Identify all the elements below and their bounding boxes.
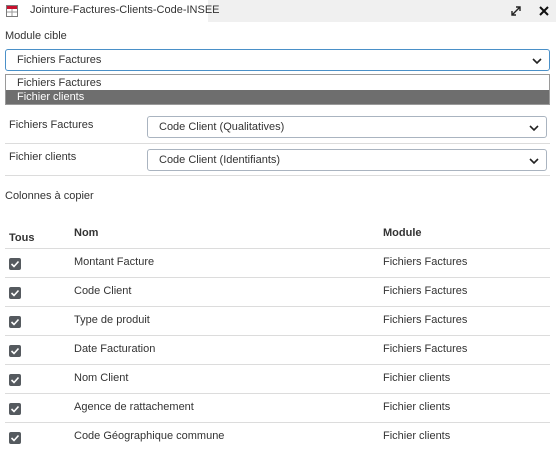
row-checkbox[interactable] bbox=[9, 374, 21, 386]
row-name: Type de produit bbox=[74, 314, 150, 326]
row-divider bbox=[5, 422, 550, 423]
row-divider bbox=[5, 393, 550, 394]
window-titlebar: Jointure-Factures-Clients-Code-INSEE bbox=[0, 0, 556, 22]
checkmark-icon bbox=[10, 318, 20, 326]
row-module: Fichier clients bbox=[383, 372, 451, 384]
row-name: Nom Client bbox=[74, 372, 129, 384]
row-divider bbox=[5, 364, 550, 365]
chevron-down-icon bbox=[532, 58, 542, 65]
row-module: Fichiers Factures bbox=[383, 314, 468, 326]
row-name: Agence de rattachement bbox=[74, 401, 194, 413]
row-module: Fichier clients bbox=[383, 401, 451, 413]
join-module-label-1: Fichiers Factures bbox=[9, 119, 94, 131]
header-all[interactable]: Tous bbox=[9, 232, 34, 244]
row-checkbox[interactable] bbox=[9, 258, 21, 270]
target-module-value: Fichiers Factures bbox=[17, 54, 102, 66]
row-checkbox[interactable] bbox=[9, 287, 21, 299]
expand-arrows-icon[interactable] bbox=[508, 3, 524, 19]
row-divider bbox=[5, 277, 550, 278]
close-x-icon[interactable] bbox=[536, 3, 552, 19]
row-module: Fichiers Factures bbox=[383, 256, 468, 268]
row-checkbox[interactable] bbox=[9, 403, 21, 415]
target-module-dropdown: Fichiers Factures Fichier clients bbox=[5, 74, 550, 105]
target-module-label: Module cible bbox=[5, 30, 67, 42]
join-field-select-1[interactable]: Code Client (Qualitatives) bbox=[147, 116, 547, 138]
window-tab[interactable]: Jointure-Factures-Clients-Code-INSEE bbox=[0, 0, 220, 22]
dropdown-option-clients[interactable]: Fichier clients bbox=[6, 90, 549, 104]
row-divider bbox=[5, 335, 550, 336]
header-module: Module bbox=[383, 227, 422, 239]
checkmark-icon bbox=[10, 405, 20, 413]
join-field-value-2: Code Client (Identifiants) bbox=[159, 154, 281, 166]
chevron-down-icon bbox=[529, 125, 539, 132]
app-table-icon bbox=[6, 5, 18, 17]
join-field-value-1: Code Client (Qualitatives) bbox=[159, 121, 285, 133]
divider bbox=[5, 143, 550, 144]
row-name: Date Facturation bbox=[74, 343, 156, 355]
window-title: Jointure-Factures-Clients-Code-INSEE bbox=[30, 4, 220, 16]
checkmark-icon bbox=[10, 434, 20, 442]
row-name: Code Client bbox=[74, 285, 132, 297]
join-field-select-2[interactable]: Code Client (Identifiants) bbox=[147, 149, 547, 171]
row-name: Code Géographique commune bbox=[74, 430, 225, 442]
row-name: Montant Facture bbox=[74, 256, 155, 268]
row-checkbox[interactable] bbox=[9, 345, 21, 357]
row-module: Fichiers Factures bbox=[383, 343, 468, 355]
checkmark-icon bbox=[10, 347, 20, 355]
row-divider bbox=[5, 248, 550, 249]
row-module: Fichier clients bbox=[383, 430, 451, 442]
dropdown-option-factures[interactable]: Fichiers Factures bbox=[6, 76, 549, 90]
row-module: Fichiers Factures bbox=[383, 285, 468, 297]
checkmark-icon bbox=[10, 289, 20, 297]
checkmark-icon bbox=[10, 260, 20, 268]
row-checkbox[interactable] bbox=[9, 432, 21, 444]
target-module-select[interactable]: Fichiers Factures bbox=[5, 49, 550, 71]
row-divider bbox=[5, 306, 550, 307]
divider bbox=[5, 175, 550, 176]
row-checkbox[interactable] bbox=[9, 316, 21, 328]
chevron-down-icon bbox=[529, 158, 539, 165]
columns-section-label: Colonnes à copier bbox=[5, 190, 94, 202]
header-name: Nom bbox=[74, 227, 99, 239]
join-module-label-2: Fichier clients bbox=[9, 151, 77, 163]
checkmark-icon bbox=[10, 376, 20, 384]
